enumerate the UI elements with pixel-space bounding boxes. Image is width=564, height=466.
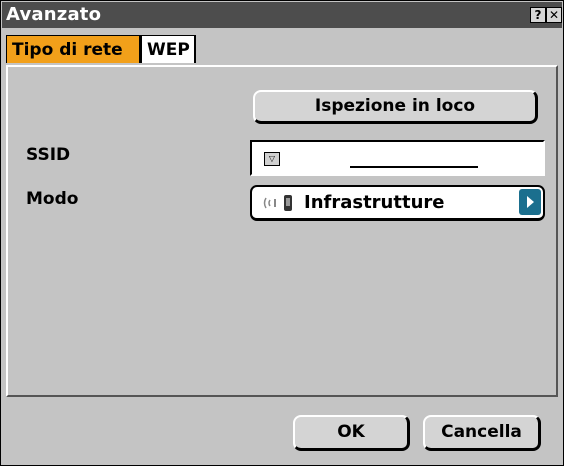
- tab-wep[interactable]: WEP: [141, 35, 196, 63]
- chevron-right-icon[interactable]: [519, 189, 541, 215]
- site-survey-button[interactable]: Ispezione in loco: [253, 90, 538, 124]
- mode-label: Modo: [26, 189, 79, 209]
- title-bar: Avanzato ? ✕: [2, 2, 562, 28]
- tab-network-type[interactable]: Tipo di rete: [6, 35, 141, 63]
- tab-strip: Tipo di rete WEP: [2, 29, 562, 65]
- wireless-device-icon: [263, 195, 292, 211]
- ssid-input[interactable]: ▽: [250, 140, 545, 176]
- mode-value: Infrastrutture: [304, 192, 445, 213]
- close-icon[interactable]: ✕: [546, 7, 562, 23]
- help-icon[interactable]: ?: [530, 7, 546, 23]
- advanced-dialog: Avanzato ? ✕ Tipo di rete WEP Ispezione …: [0, 0, 564, 466]
- cancel-button[interactable]: Cancella: [423, 415, 541, 451]
- window-title: Avanzato: [6, 4, 102, 25]
- ok-button[interactable]: OK: [293, 415, 410, 451]
- triangle-down-icon[interactable]: ▽: [264, 152, 280, 166]
- tab-panel: Ispezione in loco SSID ▽ Modo Infrastrut…: [6, 65, 558, 397]
- mode-selector[interactable]: Infrastrutture: [250, 185, 545, 221]
- ssid-label: SSID: [26, 145, 71, 165]
- ssid-value: [350, 148, 478, 168]
